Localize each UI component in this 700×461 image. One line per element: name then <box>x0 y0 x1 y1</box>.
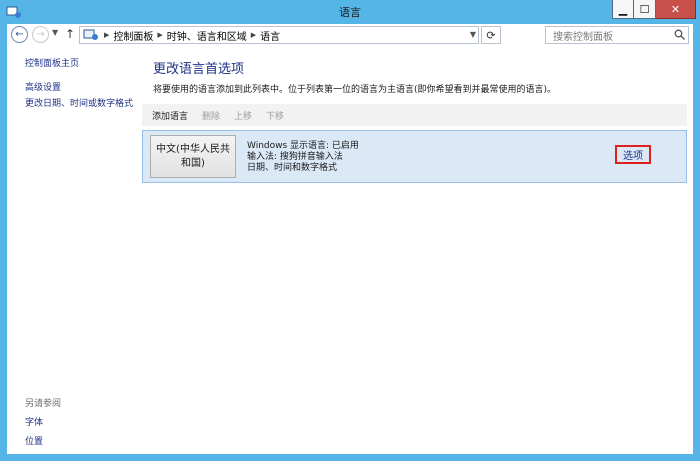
sidebar-item-change-date-format[interactable]: 更改日期、时间或数字格式 <box>25 96 133 109</box>
language-toolbar: 添加语言 删除 上移 下移 <box>142 104 687 126</box>
date-time-format-status: 日期、时间和数字格式 <box>247 163 338 173</box>
breadcrumb-separator-icon[interactable]: ▶ <box>157 31 162 39</box>
search-icon[interactable] <box>674 29 685 40</box>
minimize-button[interactable]: ▁ <box>612 0 634 19</box>
forward-button[interactable]: → <box>32 26 49 43</box>
see-also-fonts-link[interactable]: 字体 <box>25 415 61 428</box>
back-button[interactable]: ← <box>11 26 28 43</box>
see-also-section: 另请参阅 字体 位置 <box>25 396 61 447</box>
control-panel-window: 语言 ▁ ☐ ✕ ← → ▼ ↑ ▶ 控制面板 ▶ 时钟、语言和区域 ▶ 语言 <box>0 0 700 461</box>
remove-button[interactable]: 删除 <box>202 109 220 122</box>
search-placeholder: 搜索控制面板 <box>553 31 613 43</box>
move-up-button[interactable]: 上移 <box>234 109 252 122</box>
sidebar-item-advanced-settings[interactable]: 高级设置 <box>25 80 61 93</box>
page-title: 更改语言首选项 <box>153 62 245 77</box>
title-bar[interactable]: 语言 ▁ ☐ ✕ <box>0 0 700 24</box>
up-button[interactable]: ↑ <box>65 27 75 41</box>
see-also-location-link[interactable]: 位置 <box>25 434 61 447</box>
recent-pages-dropdown-icon[interactable]: ▼ <box>52 28 58 37</box>
refresh-button[interactable]: ⟳ <box>481 26 501 44</box>
move-down-button[interactable]: 下移 <box>266 109 284 122</box>
display-language-status: Windows 显示语言: 已启用 <box>247 141 359 151</box>
language-name-button[interactable]: 中文(中华人民共和国) <box>150 135 236 178</box>
close-button[interactable]: ✕ <box>656 0 696 19</box>
control-panel-small-icon <box>83 29 98 40</box>
add-language-button[interactable]: 添加语言 <box>152 109 188 122</box>
window-title: 语言 <box>339 6 361 19</box>
sidebar-item-control-panel-home[interactable]: 控制面板主页 <box>25 56 79 69</box>
address-field[interactable]: ▶ 控制面板 ▶ 时钟、语言和区域 ▶ 语言 ▼ <box>79 26 479 44</box>
language-info: Windows 显示语言: 已启用 输入法: 搜狗拼音输入法 日期、时间和数字格… <box>247 141 359 174</box>
input-method-status: 输入法: 搜狗拼音输入法 <box>247 152 343 162</box>
see-also-header: 另请参阅 <box>25 399 62 409</box>
language-list-item[interactable]: 中文(中华人民共和国) Windows 显示语言: 已启用 输入法: 搜狗拼音输… <box>142 130 687 183</box>
breadcrumb-language[interactable]: 语言 <box>260 28 280 43</box>
options-link[interactable]: 选项 <box>615 145 651 164</box>
breadcrumb-separator-icon[interactable]: ▶ <box>251 31 256 39</box>
breadcrumb-clock-language-region[interactable]: 时钟、语言和区域 <box>167 28 247 43</box>
address-dropdown-icon[interactable]: ▼ <box>470 30 476 39</box>
page-description: 将要使用的语言添加到此列表中。位于列表第一位的语言为主语言(即你希望看到并最常使… <box>153 85 557 95</box>
address-toolbar: ← → ▼ ↑ ▶ 控制面板 ▶ 时钟、语言和区域 ▶ 语言 ▼ ⟳ 搜索控制面… <box>7 24 693 46</box>
maximize-button[interactable]: ☐ <box>634 0 656 19</box>
client-area: ← → ▼ ↑ ▶ 控制面板 ▶ 时钟、语言和区域 ▶ 语言 ▼ ⟳ 搜索控制面… <box>7 24 693 454</box>
breadcrumb-control-panel[interactable]: 控制面板 <box>113 28 153 43</box>
window-controls: ▁ ☐ ✕ <box>612 0 696 20</box>
search-input[interactable]: 搜索控制面板 <box>545 26 689 44</box>
breadcrumb-separator-icon[interactable]: ▶ <box>104 31 109 39</box>
